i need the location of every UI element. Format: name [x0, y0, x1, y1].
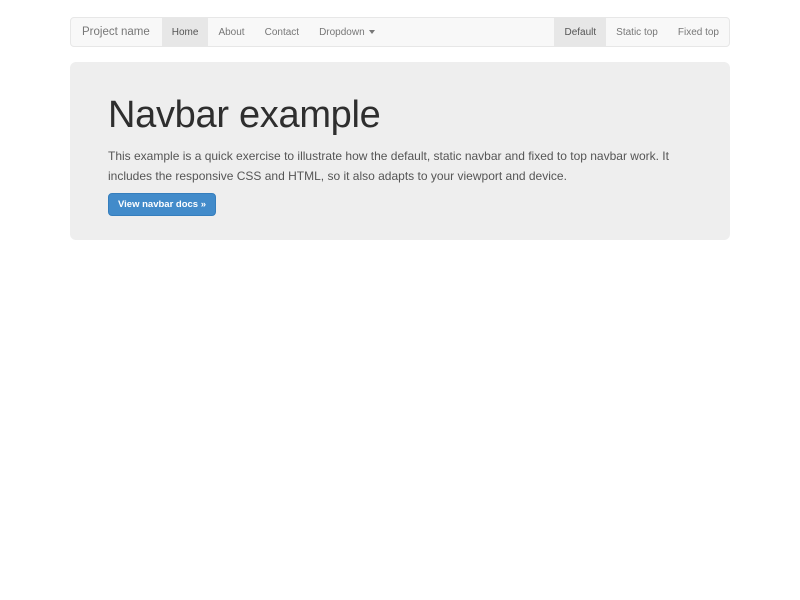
- nav-item-static-top[interactable]: Static top: [606, 18, 668, 46]
- navbar-right-nav: Default Static top Fixed top: [554, 18, 729, 46]
- nav-item-static-top-label: Static top: [616, 27, 658, 38]
- caret-down-icon: [369, 30, 375, 34]
- nav-item-default-label: Default: [564, 27, 596, 38]
- jumbotron: Navbar example This example is a quick e…: [70, 62, 730, 240]
- nav-item-dropdown[interactable]: Dropdown: [309, 18, 385, 46]
- navbar: Project name Home About Contact Dropdown…: [70, 17, 730, 47]
- nav-item-about-label: About: [218, 27, 244, 38]
- nav-item-contact-label: Contact: [265, 27, 299, 38]
- view-navbar-docs-button[interactable]: View navbar docs »: [108, 193, 216, 216]
- nav-item-contact[interactable]: Contact: [255, 18, 309, 46]
- nav-item-home-label: Home: [172, 27, 199, 38]
- nav-item-fixed-top[interactable]: Fixed top: [668, 18, 729, 46]
- nav-item-default[interactable]: Default: [554, 18, 606, 46]
- nav-item-fixed-top-label: Fixed top: [678, 27, 719, 38]
- navbar-left-nav: Home About Contact Dropdown: [162, 18, 385, 46]
- nav-item-about[interactable]: About: [208, 18, 254, 46]
- jumbotron-description: This example is a quick exercise to illu…: [108, 146, 692, 186]
- nav-item-home[interactable]: Home: [162, 18, 209, 46]
- navbar-brand[interactable]: Project name: [71, 18, 162, 46]
- nav-item-dropdown-label: Dropdown: [319, 27, 365, 38]
- page-title: Navbar example: [108, 94, 692, 138]
- page-container: Project name Home About Contact Dropdown…: [70, 0, 730, 240]
